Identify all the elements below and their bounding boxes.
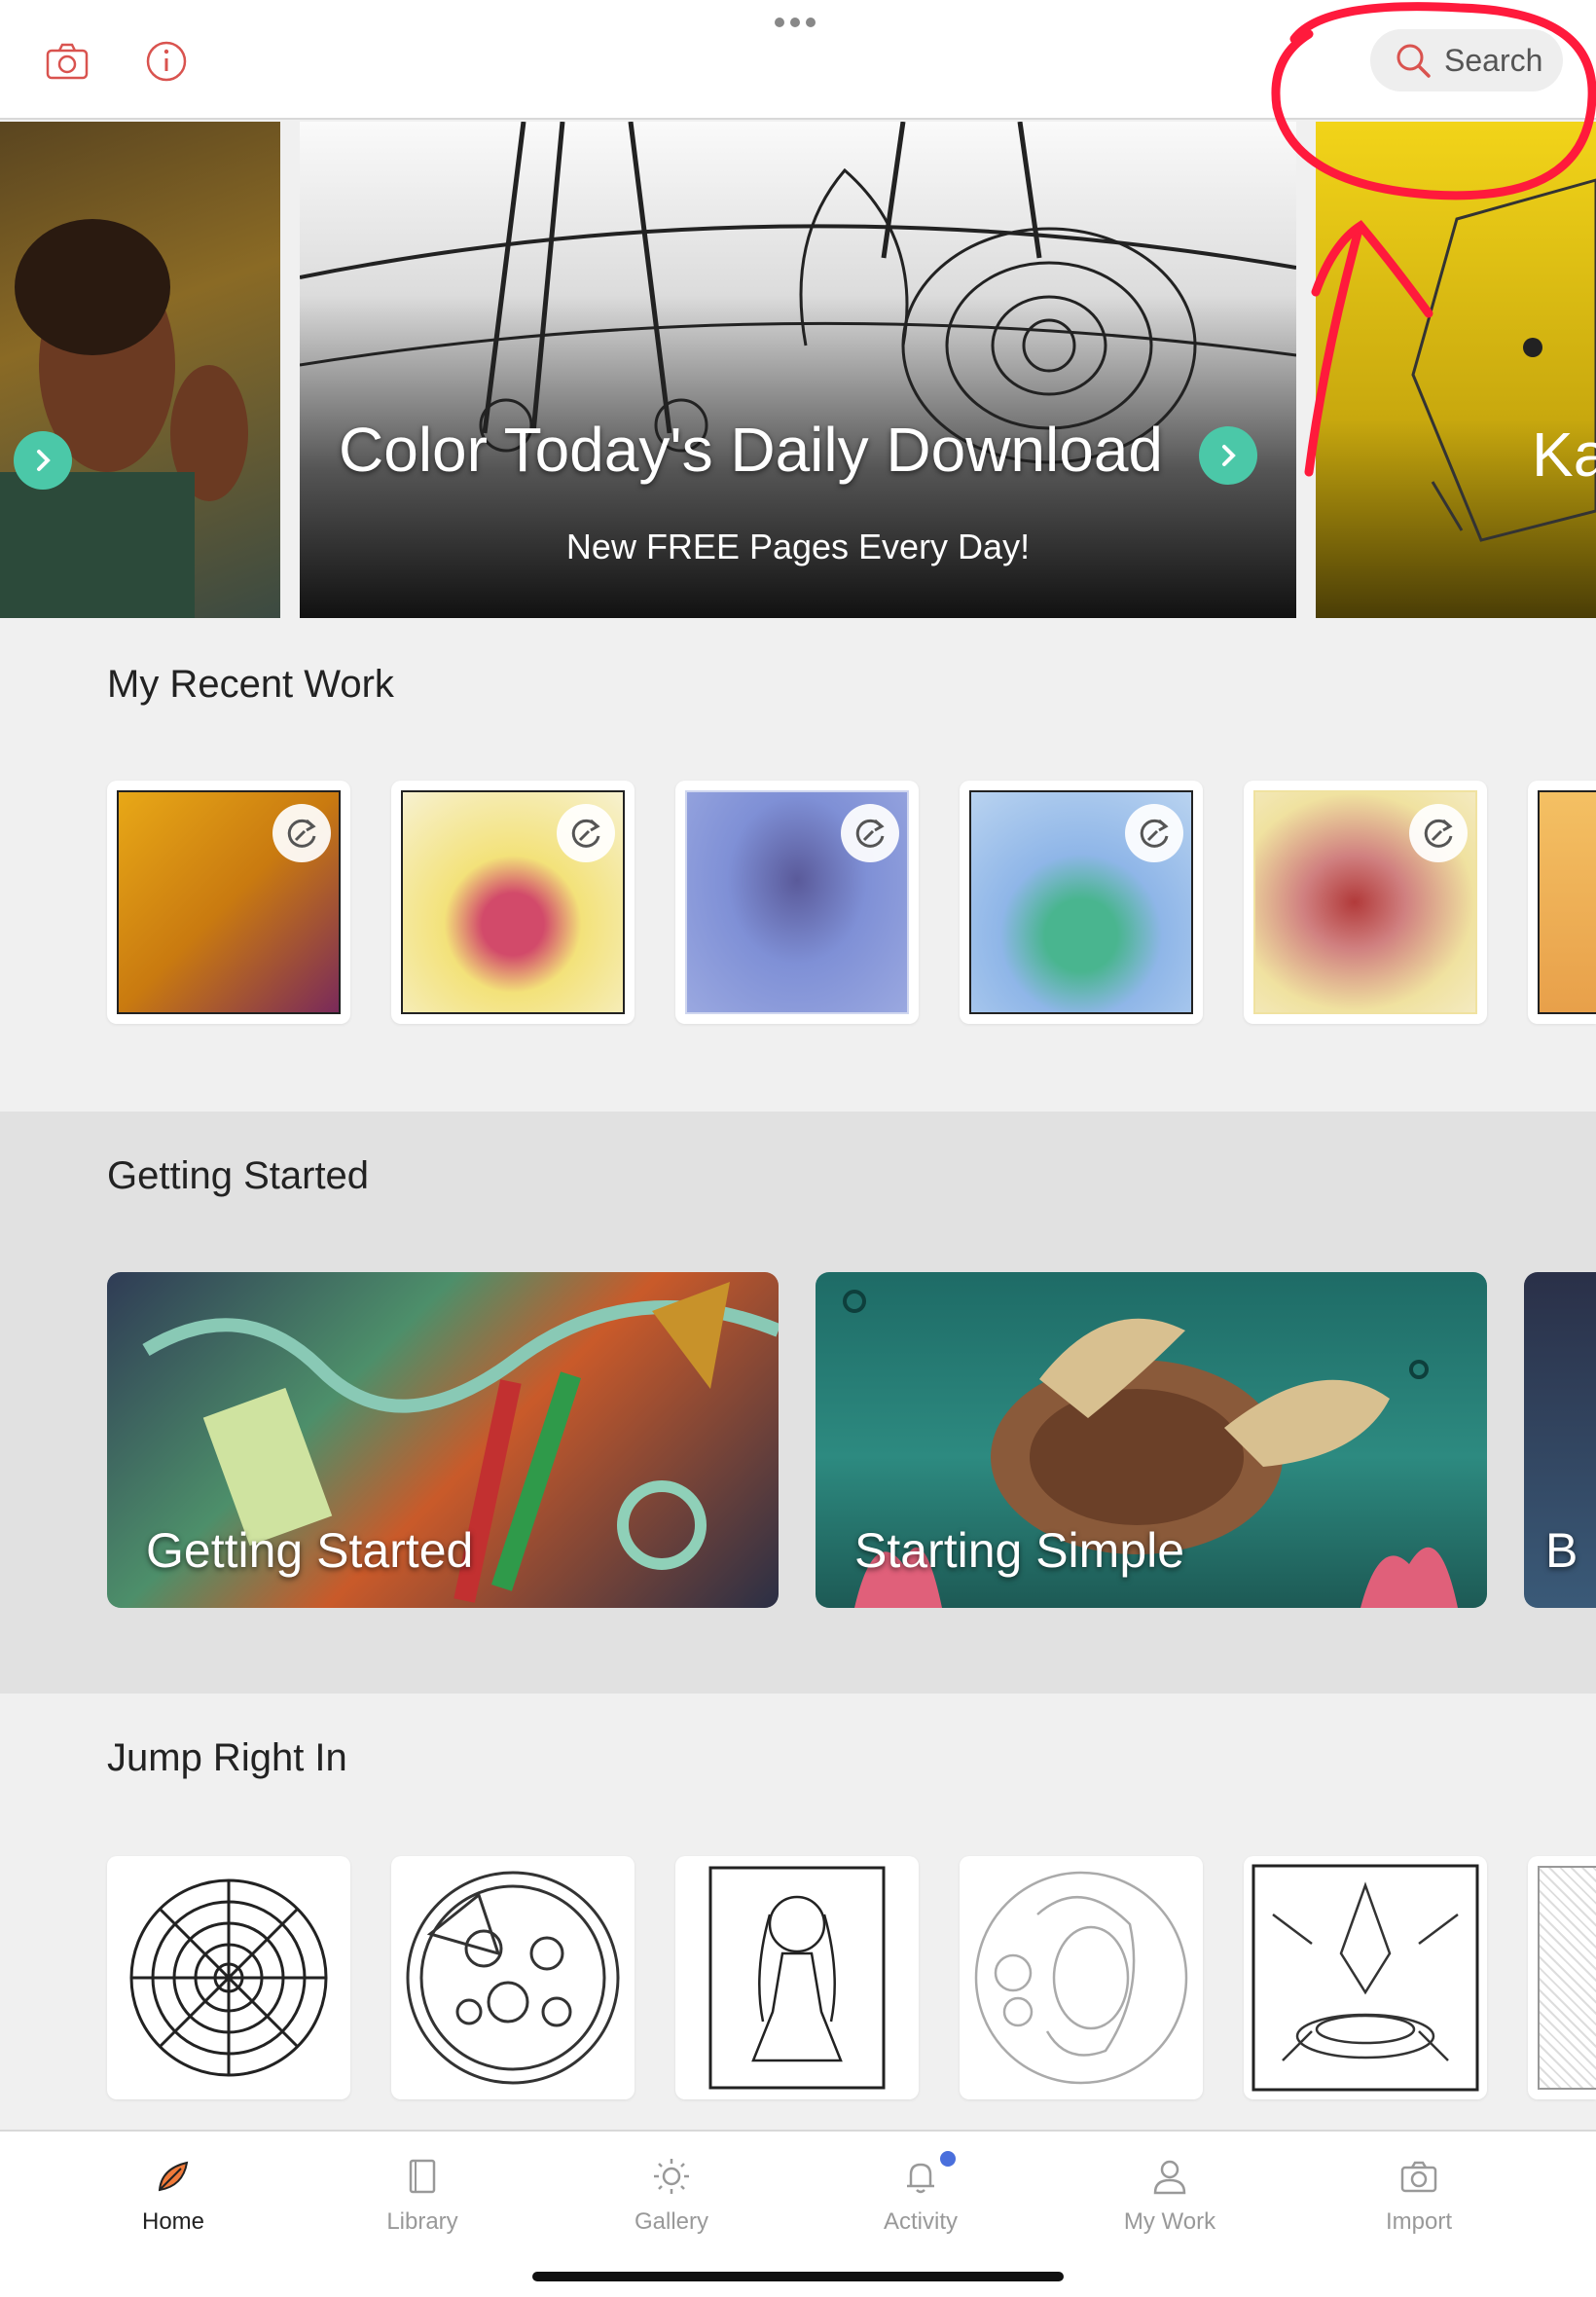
jump-in-pizza[interactable] [391,1856,635,2099]
tab-home[interactable]: Home [76,2157,271,2236]
resume-icon[interactable] [272,804,331,862]
library-icon [409,2159,436,2194]
jump-in-anime-girl[interactable] [675,1856,919,2099]
resume-icon[interactable] [1125,804,1183,862]
tab-import[interactable]: Import [1322,2157,1516,2236]
jump-in-fantasy-scene[interactable] [1244,1856,1487,2099]
banner-next-title: Ka [1532,419,1596,490]
recent-work-item[interactable] [107,781,350,1024]
tab-library[interactable]: Library [325,2157,520,2236]
gallery-sun-icon [654,2159,689,2194]
tab-import-label: Import [1385,2208,1452,2235]
notification-dot [940,2151,956,2167]
tab-my-work-label: My Work [1123,2208,1216,2235]
recent-work-item[interactable] [960,781,1203,1024]
banner-daily-download[interactable]: Color Today's Daily Download New FREE Pa… [300,122,1296,618]
jump-in-woman-portrait[interactable] [960,1856,1203,2099]
home-leaf-icon [158,2161,189,2192]
tab-library-label: Library [386,2208,458,2235]
home-indicator[interactable] [532,2272,1064,2281]
tab-my-work[interactable]: My Work [1072,2157,1267,2236]
recent-work-item[interactable] [1528,781,1596,1024]
camera-icon[interactable] [45,39,90,84]
camera-icon [1400,2161,1437,2193]
search-button[interactable]: Search [1370,29,1563,91]
person-icon [1153,2160,1186,2195]
tab-gallery[interactable]: Gallery [574,2157,769,2236]
search-label: Search [1444,42,1543,78]
banner-next-slide[interactable]: Ka [1316,122,1596,618]
recent-work-item[interactable] [391,781,635,1024]
tab-activity-label: Activity [883,2208,958,2235]
jump-right-in-title: Jump Right In [107,1736,347,1779]
jump-in-floral[interactable] [1528,1856,1596,2099]
starting-simple-card[interactable]: Starting Simple [816,1272,1487,1608]
recent-work-item[interactable] [675,781,919,1024]
search-icon [1396,44,1431,78]
tab-home-label: Home [141,2208,205,2235]
banner-prev-arrow-icon[interactable] [14,431,72,490]
bell-icon [907,2163,934,2194]
next-guide-card[interactable]: B [1524,1272,1596,1608]
banner-title: Color Today's Daily Download [339,415,1163,485]
banner-subtitle: New FREE Pages Every Day! [565,527,1031,566]
starting-simple-card-label: Starting Simple [854,1523,1185,1578]
tab-activity[interactable]: Activity [823,2151,1018,2236]
jump-in-mandala[interactable] [107,1856,350,2099]
resume-icon[interactable] [1409,804,1468,862]
resume-icon[interactable] [557,804,615,862]
tab-gallery-label: Gallery [634,2208,709,2235]
getting-started-card-label: Getting Started [146,1523,474,1578]
getting-started-card[interactable]: Getting Started [107,1272,779,1608]
getting-started-title: Getting Started [107,1154,370,1197]
banner-prev-slide[interactable] [0,122,280,618]
next-guide-card-label: B [1545,1523,1578,1578]
recent-work-item[interactable] [1244,781,1487,1024]
more-dots-icon[interactable] [775,18,816,27]
banner-next-arrow-icon[interactable] [1199,426,1257,485]
info-icon[interactable] [144,39,189,84]
recent-work-title: My Recent Work [107,663,394,706]
top-bar: Search [0,0,1596,120]
resume-icon[interactable] [841,804,899,862]
